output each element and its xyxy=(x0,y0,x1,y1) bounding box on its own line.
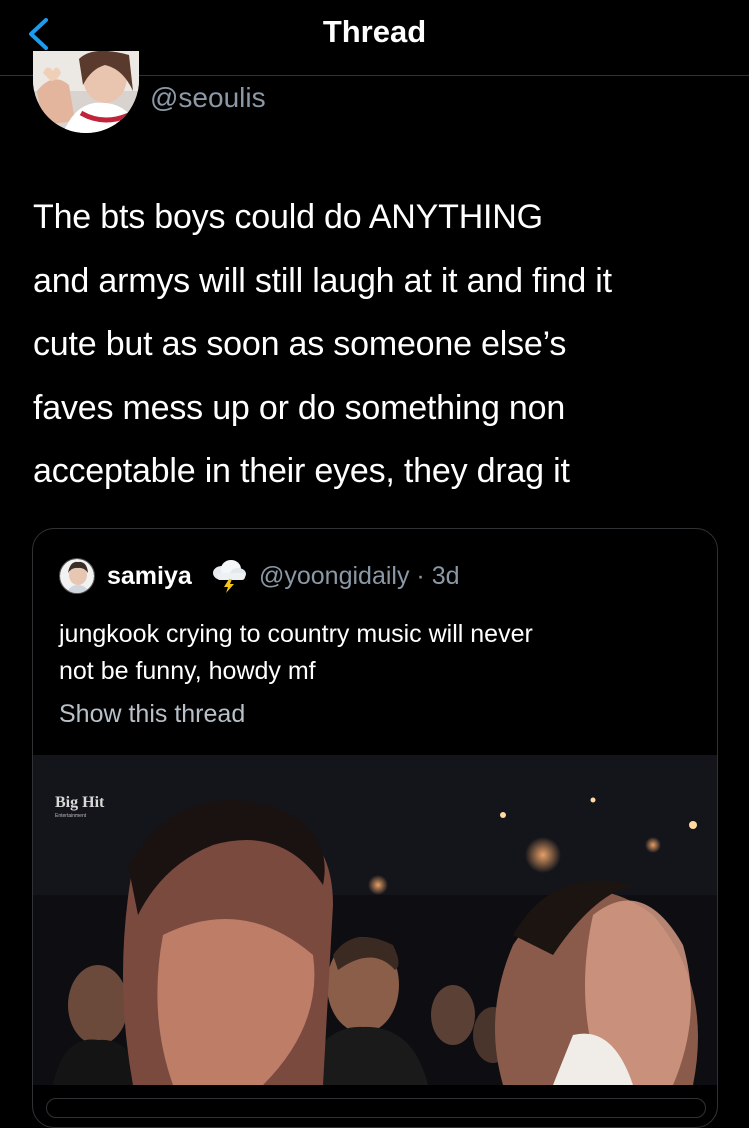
next-card-edge xyxy=(46,1098,706,1118)
tweet-text-line: faves mess up or do something non xyxy=(33,388,566,427)
tweet-text-line: acceptable in their eyes, they drag it xyxy=(33,452,570,490)
author-handle[interactable]: @seoulis xyxy=(150,82,266,114)
cloud-lightning-icon xyxy=(209,559,249,593)
avatar[interactable] xyxy=(33,51,139,133)
watermark-subtitle: Entertainment xyxy=(55,813,87,819)
show-thread-link[interactable]: Show this thread xyxy=(59,700,245,729)
tweet-text-line: The bts boys could do ANYTHING xyxy=(33,198,543,236)
watermark: Big Hit xyxy=(55,794,105,811)
quoted-media-image[interactable]: Big Hit Entertainment xyxy=(33,755,717,1085)
tweet-text: The bts boys could do ANYTHING and armys… xyxy=(33,186,733,504)
quoted-handle-meta: @yoongidaily · 3d xyxy=(259,562,460,591)
quoted-timestamp: 3d xyxy=(431,562,460,590)
quoted-tweet-card[interactable]: samiya @yoongidaily · 3d jungkook crying… xyxy=(32,528,718,1128)
quoted-avatar[interactable] xyxy=(59,558,95,594)
tweet-text-line: cute but as soon as someone else’s xyxy=(33,325,567,363)
tweet-text-line: and armys will still laugh at it and fin… xyxy=(33,261,612,300)
quoted-display-name[interactable]: samiya xyxy=(107,562,192,591)
quoted-text-line: not be funny, howdy mf xyxy=(59,657,316,685)
quoted-handle[interactable]: @yoongidaily xyxy=(259,562,409,590)
meta-separator: · xyxy=(416,562,425,590)
page-title: Thread xyxy=(322,14,427,49)
quoted-text-line: jungkook crying to country music will ne… xyxy=(59,620,533,648)
quoted-tweet-text: jungkook crying to country music will ne… xyxy=(59,616,699,690)
